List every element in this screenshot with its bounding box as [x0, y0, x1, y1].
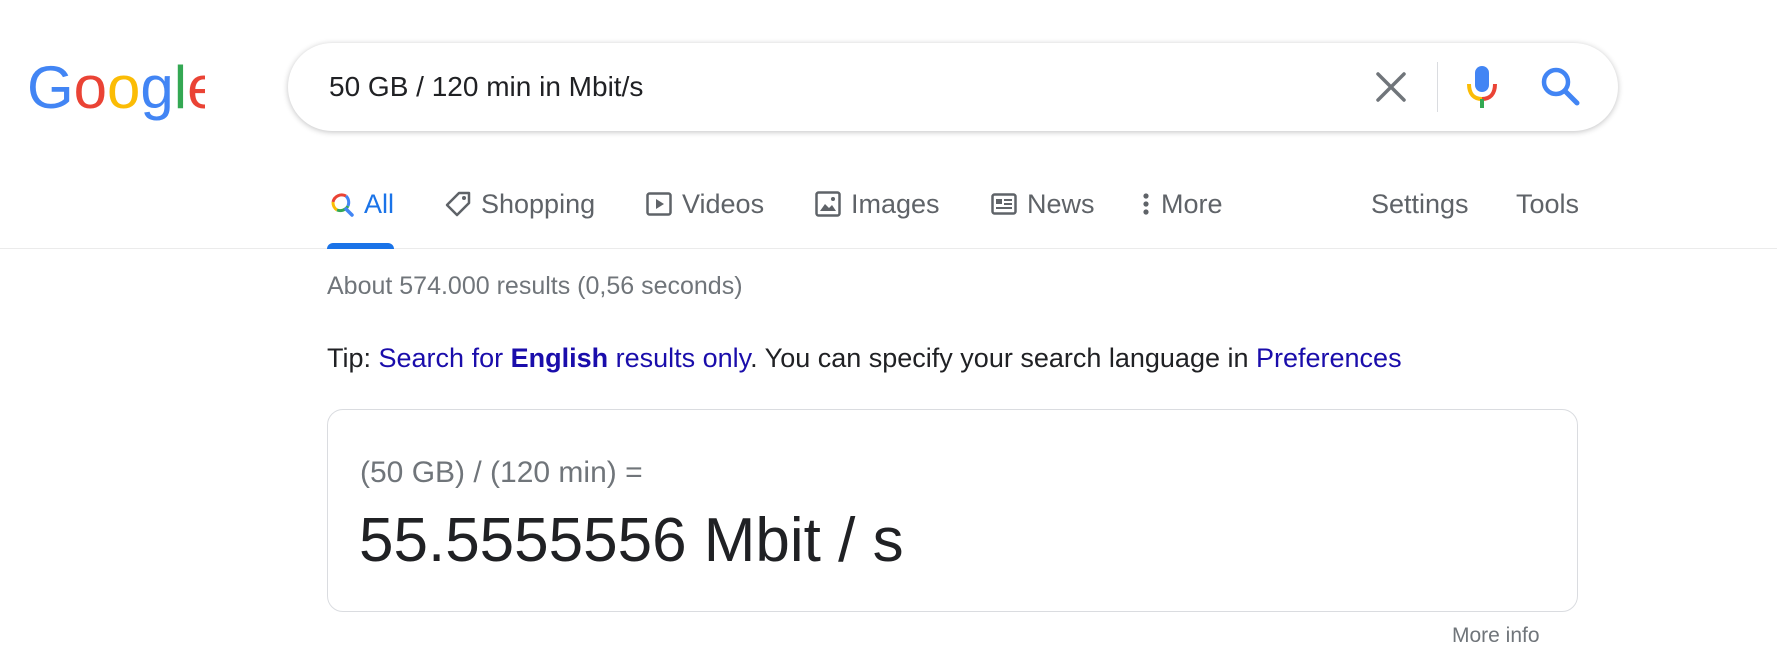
- kebab-icon: [1140, 190, 1152, 218]
- tab-all[interactable]: All: [327, 160, 395, 249]
- voice-search-button[interactable]: [1456, 61, 1508, 113]
- google-logo[interactable]: Google: [27, 60, 205, 124]
- tab-videos-label: Videos: [682, 188, 765, 219]
- tab-images[interactable]: Images: [814, 160, 940, 248]
- tab-shopping-label: Shopping: [481, 188, 596, 219]
- tab-tools-label: Tools: [1516, 188, 1580, 219]
- tip-link-bold: English: [510, 343, 609, 373]
- calc-result: 55.5555556 Mbit / s: [359, 506, 904, 575]
- tab-more-label: More: [1161, 188, 1223, 219]
- calculator-card: (50 GB) / (120 min) = 55.5555556 Mbit / …: [327, 409, 1578, 612]
- tab-news[interactable]: News: [990, 160, 1095, 248]
- tag-icon: [444, 190, 472, 218]
- google-logo-wordmark: Google: [27, 60, 205, 121]
- search-button[interactable]: [1537, 63, 1585, 111]
- search-icon: [1541, 67, 1580, 106]
- microphone-icon: [1467, 66, 1497, 108]
- google-logo-graphic: Google: [27, 60, 205, 121]
- tip-link-pre: Search for: [378, 343, 511, 373]
- search-input[interactable]: 50 GB / 120 min in Mbit/s: [329, 43, 643, 131]
- tab-more[interactable]: More: [1140, 160, 1223, 248]
- tip-prefix: Tip:: [327, 343, 379, 373]
- clear-search-button[interactable]: [1370, 66, 1412, 108]
- image-icon: [814, 190, 842, 218]
- tab-settings[interactable]: Settings: [1371, 160, 1469, 248]
- tip-middle: . You can specify your search language i…: [750, 343, 1256, 373]
- tab-settings-label: Settings: [1371, 188, 1469, 219]
- preferences-link[interactable]: Preferences: [1256, 343, 1402, 373]
- newspaper-icon: [990, 190, 1018, 218]
- play-icon: [645, 190, 673, 218]
- tab-news-label: News: [1027, 188, 1095, 219]
- calc-expression: (50 GB) / (120 min) =: [360, 456, 643, 489]
- search-tabs: All Shopping Videos Images News More Set…: [0, 160, 1777, 249]
- language-tip: Tip: Search for English results only. Yo…: [327, 343, 1402, 374]
- tab-all-label: All: [364, 188, 395, 219]
- tab-shopping[interactable]: Shopping: [444, 160, 595, 248]
- close-icon: [1376, 72, 1406, 102]
- tab-tools[interactable]: Tools: [1516, 160, 1579, 248]
- tip-link-post: results only: [608, 343, 751, 373]
- tab-images-label: Images: [851, 188, 940, 219]
- search-box-divider: [1437, 62, 1438, 112]
- more-info-link[interactable]: More info: [1452, 624, 1540, 648]
- search-icon: [327, 190, 355, 218]
- search-box[interactable]: 50 GB / 120 min in Mbit/s: [288, 43, 1618, 131]
- result-stats: About 574.000 results (0,56 seconds): [327, 272, 743, 300]
- english-results-link[interactable]: Search for English results only: [379, 343, 751, 373]
- tab-videos[interactable]: Videos: [645, 160, 764, 248]
